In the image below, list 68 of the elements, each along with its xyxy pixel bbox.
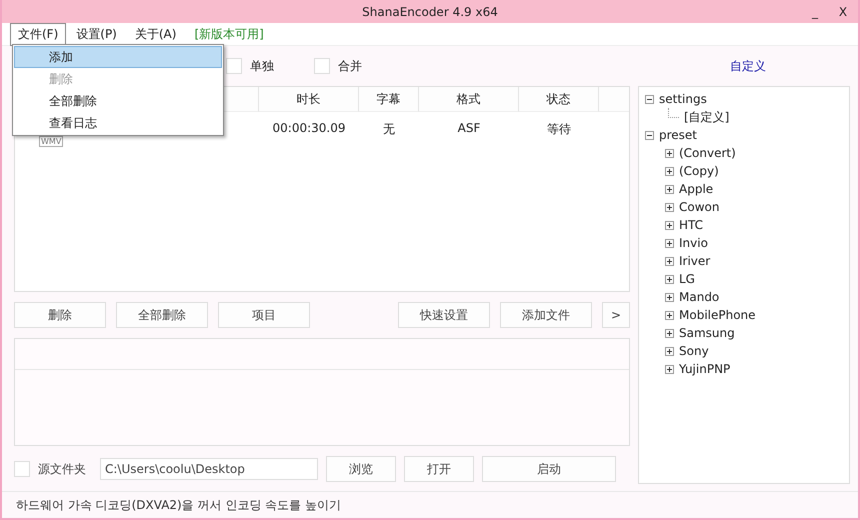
start-button[interactable]: 启动	[482, 456, 616, 482]
tree-item[interactable]: Invio	[679, 236, 708, 250]
action-button[interactable]: 打开	[404, 456, 474, 482]
tree-item[interactable]: Cowon	[679, 200, 720, 214]
preset-link[interactable]: 自定义	[730, 58, 766, 74]
tree-item[interactable]: Apple	[679, 182, 714, 196]
table-cell: 无	[383, 121, 395, 138]
window-title: ShanaEncoder 4.9 x64	[362, 4, 498, 18]
checkbox-label: 合并	[338, 58, 362, 74]
close-button[interactable]: X	[834, 4, 852, 18]
menu-option[interactable]: 全部删除	[14, 90, 222, 112]
expand-icon[interactable]	[665, 328, 674, 338]
tree-item[interactable]: Samsung	[679, 326, 735, 340]
expand-icon[interactable]	[665, 220, 674, 230]
expand-icon[interactable]	[665, 364, 674, 374]
checkbox[interactable]	[314, 58, 330, 74]
menu-item[interactable]: 关于(A)	[126, 22, 184, 46]
tree-item[interactable]: MobilePhone	[679, 308, 756, 322]
tree-item[interactable]: (Copy)	[679, 164, 719, 178]
expand-icon[interactable]	[665, 166, 674, 176]
path-field[interactable]: C:\Users\coolu\Desktop	[100, 458, 318, 480]
format-badge: WMV	[39, 136, 64, 147]
status-text: 하드웨어 가속 디코딩(DXVA2)을 꺼서 인코딩 속도를 높이기	[16, 496, 341, 514]
table-cell: 00:00:30.09	[272, 121, 346, 135]
column-header[interactable]: 字幕	[376, 90, 400, 108]
column-header[interactable]: 格式	[456, 90, 480, 108]
menu-option[interactable]: 添加	[14, 46, 222, 68]
tree-item[interactable]: Mando	[679, 290, 720, 304]
expand-icon[interactable]	[665, 256, 674, 266]
table-cell: 等待	[547, 121, 571, 138]
tree-item[interactable]: settings	[659, 92, 707, 106]
tree-item[interactable]: preset	[659, 128, 698, 142]
toolbar-button[interactable]: 删除	[14, 302, 106, 328]
expand-icon[interactable]	[665, 274, 674, 284]
menu-item[interactable]: 设置(P)	[68, 22, 125, 46]
tree-item[interactable]: (Convert)	[679, 146, 736, 160]
table-cell: ASF	[458, 121, 480, 135]
toolbar-button[interactable]: 项目	[218, 302, 310, 328]
toolbar-button[interactable]: 全部删除	[116, 302, 208, 328]
checkbox-label: 单独	[250, 58, 274, 74]
tree-item[interactable]: Sony	[679, 344, 709, 358]
expand-icon[interactable]	[665, 310, 674, 320]
checkbox-label: 源文件夹	[38, 460, 86, 478]
checkbox[interactable]	[226, 58, 242, 74]
tree-item[interactable]: YujinPNP	[679, 362, 730, 376]
column-header[interactable]: 状态	[546, 90, 570, 108]
collapse-icon[interactable]	[645, 130, 654, 140]
action-button[interactable]: 浏览	[326, 456, 396, 482]
expand-icon[interactable]	[665, 184, 674, 194]
toolbar-button[interactable]: >	[602, 302, 630, 328]
collapse-icon[interactable]	[645, 94, 654, 104]
tree-item[interactable]: HTC	[679, 218, 704, 232]
tree-item[interactable]: LG	[679, 272, 695, 286]
expand-icon[interactable]	[665, 148, 674, 158]
tree-item[interactable]: [自定义]	[684, 108, 730, 126]
expand-icon[interactable]	[665, 202, 674, 212]
expand-icon[interactable]	[665, 292, 674, 302]
menu-option[interactable]: 查看日志	[14, 112, 222, 134]
tree-item[interactable]: Iriver	[679, 254, 710, 268]
expand-icon[interactable]	[665, 346, 674, 356]
toolbar-button[interactable]: 快速设置	[398, 302, 490, 328]
menu-item[interactable]: 文件(F)	[10, 22, 66, 46]
expand-icon[interactable]	[665, 238, 674, 248]
toolbar-button[interactable]: 添加文件	[500, 302, 592, 328]
update-notice[interactable]: [新版本可用]	[186, 22, 272, 46]
column-header[interactable]: 时长	[296, 90, 320, 108]
minimize-button[interactable]: _	[806, 4, 824, 18]
checkbox[interactable]	[14, 461, 30, 477]
